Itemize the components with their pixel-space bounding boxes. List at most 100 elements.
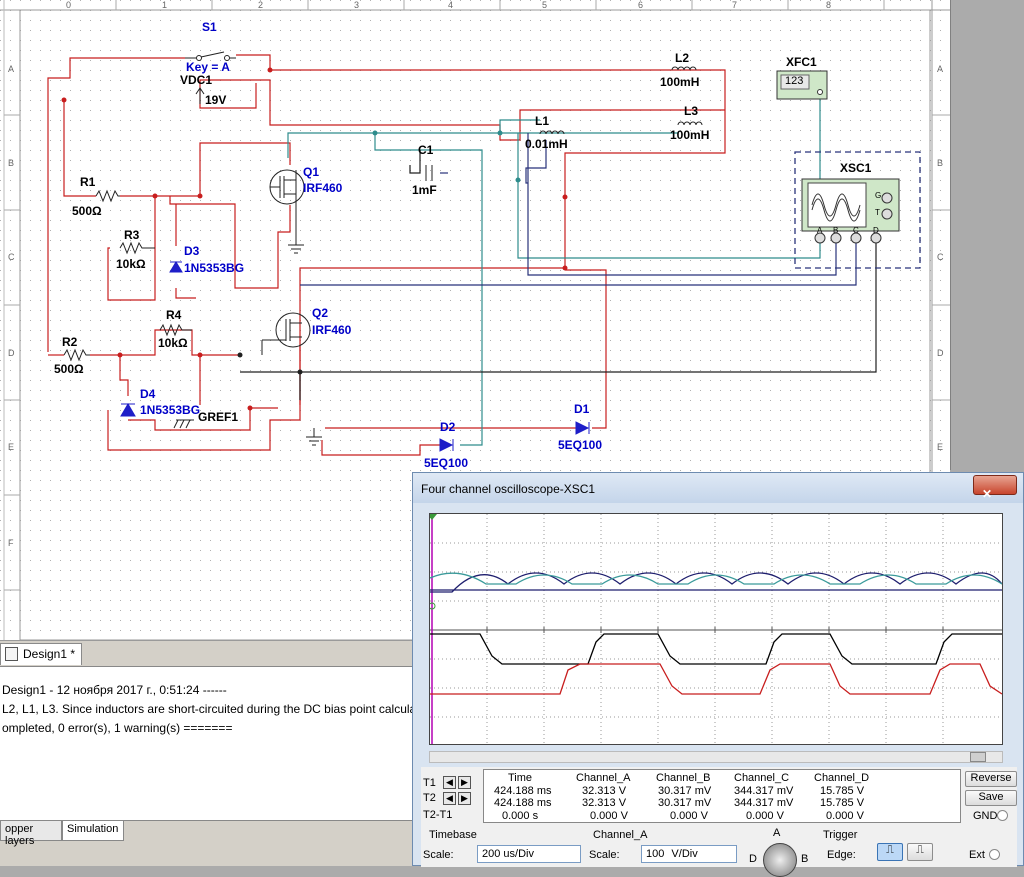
ruler-label: 6 <box>638 0 644 10</box>
d4-ref: D4 <box>140 387 156 401</box>
col-header: Channel_B <box>656 772 711 784</box>
q1-value: IRF460 <box>303 181 343 195</box>
t2-right-arrow-icon[interactable]: ▶ <box>458 792 471 805</box>
xsc1-pin-t: T <box>875 208 880 217</box>
save-button[interactable]: Save <box>965 790 1017 806</box>
table-cell: 32.313 V <box>582 797 627 809</box>
col-header: Time <box>508 772 533 784</box>
r1-value: 500Ω <box>72 204 102 218</box>
trigger-edge-label: Edge: <box>827 849 856 861</box>
knob-label-d: D <box>749 853 757 865</box>
ruler-label: 3 <box>354 0 360 10</box>
channel-scale-input[interactable]: 100 V/Div <box>641 845 737 863</box>
table-cell: 30.317 mV <box>658 785 712 797</box>
trace-black <box>430 633 1002 665</box>
t1-left-arrow-icon[interactable]: ◀ <box>443 776 456 789</box>
c1-value: 1mF <box>412 183 437 197</box>
output-line: L2, L1, L3. Since inductors are short-ci… <box>2 702 436 716</box>
close-icon: ✕ <box>982 487 993 501</box>
ruler-label: 0 <box>66 0 72 10</box>
table-cell: 424.188 ms <box>494 785 552 797</box>
ruler-label: C <box>937 252 944 262</box>
d3-ref: D3 <box>184 244 200 258</box>
vdc1-value: 19V <box>205 93 227 107</box>
knob-label-b: B <box>801 853 809 865</box>
output-line: ompleted, 0 error(s), 1 warning(s) =====… <box>2 721 233 735</box>
table-cell: 424.188 ms <box>494 797 552 809</box>
falling-edge-button[interactable]: ⎍ <box>907 843 933 861</box>
ruler-label: 2 <box>258 0 264 10</box>
ruler-label: A <box>8 64 15 74</box>
gref1-label: GREF1 <box>198 410 239 424</box>
tab-copper-layers[interactable]: opper layers <box>0 821 62 847</box>
r3-value: 10kΩ <box>116 257 146 271</box>
c1-ref: C1 <box>418 143 434 157</box>
bottom-tab-bar: opper layers Simulation <box>0 820 414 866</box>
r2-value: 500Ω <box>54 362 84 376</box>
d1-ref: D1 <box>574 402 590 416</box>
r1-ref: R1 <box>80 175 96 189</box>
ruler-label: D <box>8 348 15 358</box>
xsc1-ref: XSC1 <box>840 161 872 175</box>
d3-value: 1N5353BG <box>184 261 245 275</box>
s1-key: Key = A <box>186 60 230 74</box>
t1-right-arrow-icon[interactable]: ▶ <box>458 776 471 789</box>
oscilloscope-title: Four channel oscilloscope-XSC1 <box>421 482 596 496</box>
tab-design1[interactable]: Design1 * <box>0 643 83 665</box>
table-cell: 0.000 V <box>826 810 864 822</box>
ruler-label: 1 <box>162 0 168 10</box>
tab-design1-label: Design1 * <box>23 647 76 661</box>
waveform-display <box>427 514 1003 744</box>
l3-ref: L3 <box>684 104 699 118</box>
table-cell: 15.785 V <box>820 797 865 809</box>
l1-ref: L1 <box>535 114 550 128</box>
timebase-scale-input[interactable]: 200 us/Div <box>477 845 581 863</box>
table-cell: 0.000 V <box>746 810 784 822</box>
t2-left-arrow-icon[interactable]: ◀ <box>443 792 456 805</box>
channel-selector-knob[interactable] <box>763 843 797 877</box>
col-header: Channel_D <box>814 772 870 784</box>
ext-terminal[interactable] <box>989 849 1000 860</box>
ruler-label: 7 <box>732 0 738 10</box>
rising-edge-icon: ⎍ <box>886 844 894 856</box>
t2-label: T2 <box>423 792 436 804</box>
spreadsheet-output[interactable]: Design1 - 12 ноября 2017 г., 0:51:24 ---… <box>0 666 436 820</box>
q1-ref: Q1 <box>303 165 320 179</box>
table-cell: 32.313 V <box>582 785 627 797</box>
d1-value: 5EQ100 <box>558 438 603 452</box>
ruler-label: E <box>8 442 15 452</box>
measurement-table: Time Channel_A Channel_B Channel_C Chann… <box>483 769 961 823</box>
falling-edge-icon: ⎍ <box>916 844 924 856</box>
vdc1-ref: VDC1 <box>180 73 213 87</box>
ruler-label: 4 <box>448 0 454 10</box>
trigger-title: Trigger <box>823 829 858 841</box>
table-cell: 0.000 V <box>590 810 628 822</box>
l3-value: 100mH <box>670 128 710 142</box>
channel-title: Channel_A <box>593 829 648 841</box>
close-button[interactable]: ✕ <box>973 475 1017 501</box>
table-cell: 0.000 V <box>670 810 708 822</box>
trace-red <box>430 663 1003 695</box>
reverse-button[interactable]: Reverse <box>965 771 1017 787</box>
rising-edge-button[interactable]: ⎍ <box>877 843 903 861</box>
tab-simulation[interactable]: Simulation <box>62 821 124 841</box>
table-cell: 15.785 V <box>820 785 865 797</box>
d4-value: 1N5353BG <box>140 403 201 417</box>
output-line: Design1 - 12 ноября 2017 г., 0:51:24 ---… <box>2 683 227 697</box>
channel-scale-label: Scale: <box>589 849 620 861</box>
knob-label-a: A <box>773 827 781 839</box>
oscilloscope-window[interactable]: Four channel oscilloscope-XSC1 ✕ T1 T2 T… <box>412 472 1024 877</box>
oscilloscope-title-bar[interactable]: Four channel oscilloscope-XSC1 ✕ <box>413 473 1023 503</box>
oscilloscope-controls: T1 T2 T2-T1 ◀ ▶ ◀ ▶ Time Channel_A Chann… <box>421 767 1017 877</box>
col-header: Channel_C <box>734 772 790 784</box>
ext-label: Ext <box>969 849 985 861</box>
gnd-terminal[interactable] <box>997 810 1008 821</box>
oscilloscope-screen[interactable] <box>427 513 1003 745</box>
horizontal-scrollbar[interactable] <box>429 751 1003 763</box>
table-cell: 344.317 mV <box>734 797 794 809</box>
xsc1-pin-c: C <box>853 226 859 235</box>
s1-ref: S1 <box>202 20 217 34</box>
table-cell: 30.317 mV <box>658 797 712 809</box>
xsc1-pin-a: A <box>817 226 823 235</box>
scrollbar-thumb[interactable] <box>970 752 986 762</box>
